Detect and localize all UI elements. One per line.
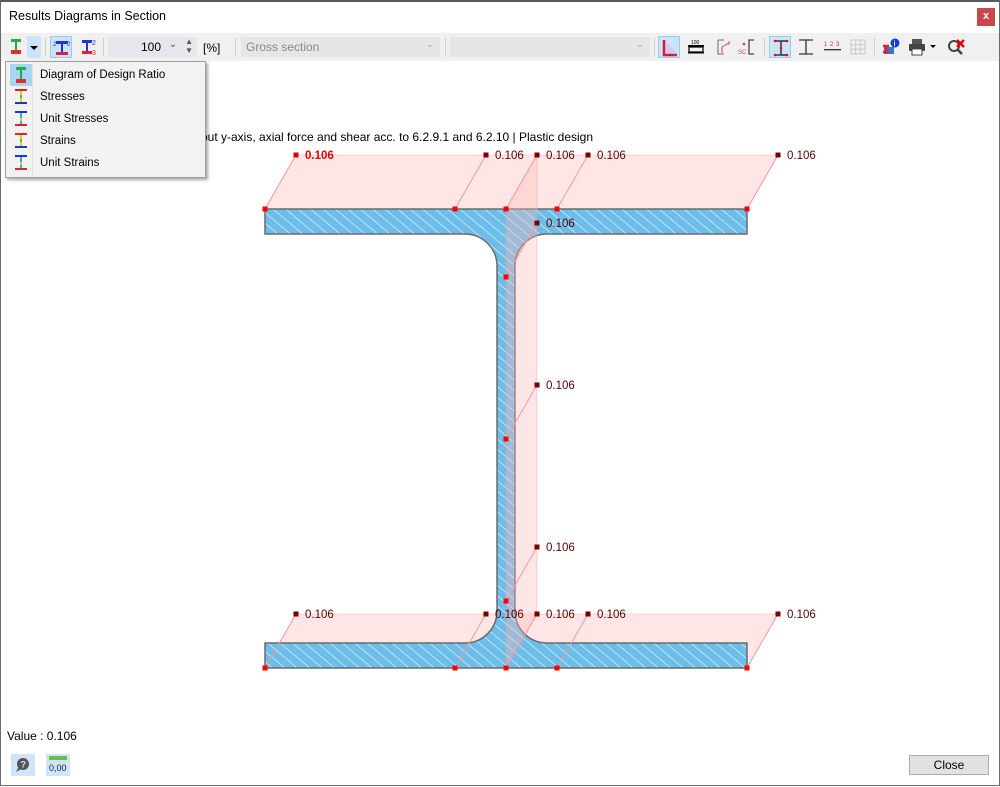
help-icon: ? <box>16 758 29 772</box>
stress-point-marker[interactable] <box>452 206 458 212</box>
stress-point-marker[interactable] <box>503 665 509 671</box>
unit-strains-icon <box>10 152 32 174</box>
ratio-value-label: 0.106 <box>546 380 575 392</box>
design-ratio-icon <box>10 64 32 86</box>
stress-point-marker[interactable] <box>744 665 750 671</box>
decimal-places-icon: 0,00 <box>49 756 67 773</box>
ratio-value-label: 0.106 <box>495 150 524 162</box>
unit-stresses-icon <box>10 108 32 130</box>
ratio-value-label: 0.106 <box>546 218 575 230</box>
svg-text:?: ? <box>21 760 27 770</box>
menu-item-unit-stresses[interactable]: Unit Stresses <box>8 108 203 130</box>
value-point-marker <box>534 382 540 388</box>
menu-item-stresses[interactable]: Stresses <box>8 86 203 108</box>
svg-text:0,00: 0,00 <box>49 763 67 773</box>
ratio-value-label: 0.106 <box>597 150 626 162</box>
value-point-marker <box>534 611 540 617</box>
value-point-marker <box>293 152 299 158</box>
ratio-value-label: 0.106 <box>546 150 575 162</box>
ratio-value-label: 0.106 <box>305 609 334 621</box>
value-point-marker <box>775 611 781 617</box>
menu-item-strains[interactable]: Strains <box>8 130 203 152</box>
value-point-marker <box>775 152 781 158</box>
value-point-marker <box>534 544 540 550</box>
decimal-places-button[interactable]: 0,00 <box>46 754 70 776</box>
ratio-value-label: 0.106 <box>305 150 334 162</box>
stress-point-marker[interactable] <box>452 665 458 671</box>
ratio-value-label: 0.106 <box>546 609 575 621</box>
value-point-marker <box>293 611 299 617</box>
value-point-marker <box>585 152 591 158</box>
value-point-marker <box>585 611 591 617</box>
ratio-value-label: 0.106 <box>546 542 575 554</box>
stress-point-marker[interactable] <box>503 206 509 212</box>
stress-point-marker[interactable] <box>744 206 750 212</box>
menu-item-design-ratio[interactable]: Diagram of Design Ratio <box>8 64 203 86</box>
stress-point-marker[interactable] <box>262 665 268 671</box>
strains-icon <box>10 130 32 152</box>
ratio-value-label: 0.106 <box>787 609 816 621</box>
stress-point-marker[interactable] <box>503 598 509 604</box>
value-point-marker <box>483 152 489 158</box>
stress-point-marker[interactable] <box>554 206 560 212</box>
close-button[interactable]: Close <box>909 755 989 775</box>
results-diagrams-window: Results Diagrams in Section x 22 2 3 100… <box>0 0 1000 786</box>
stress-point-marker[interactable] <box>262 206 268 212</box>
value-point-marker <box>483 611 489 617</box>
result-type-menu: Diagram of Design Ratio Stresses Unit St… <box>5 61 206 178</box>
stresses-icon <box>10 86 32 108</box>
ratio-value-label: 0.106 <box>597 609 626 621</box>
stress-point-marker[interactable] <box>503 274 509 280</box>
ratio-value-label: 0.106 <box>495 609 524 621</box>
value-point-marker <box>534 220 540 226</box>
menu-item-unit-strains[interactable]: Unit Strains <box>8 152 203 174</box>
value-point-marker <box>534 152 540 158</box>
help-button[interactable]: ? <box>11 754 35 776</box>
stress-point-marker[interactable] <box>554 665 560 671</box>
ratio-value-label: 0.106 <box>787 150 816 162</box>
value-readout: Value : 0.106 <box>7 729 77 743</box>
stress-point-marker[interactable] <box>503 436 509 442</box>
